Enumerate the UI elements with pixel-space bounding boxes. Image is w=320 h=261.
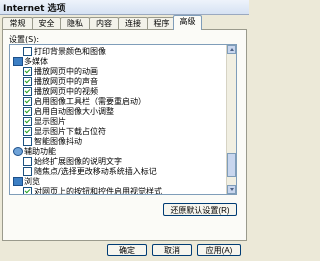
checkbox-unchecked[interactable] [23,157,32,166]
checkbox-unchecked[interactable] [23,137,32,146]
checkbox-unchecked[interactable] [23,167,32,176]
accessibility-icon [13,147,23,156]
vertical-scrollbar[interactable] [226,45,236,194]
list-item-label: 对网页上的按钮和控件启用视觉样式 [34,187,162,195]
checkbox-checked[interactable] [23,77,32,86]
checkbox-checked[interactable] [23,187,32,194]
checkbox-checked[interactable] [23,67,32,76]
checkbox-unchecked[interactable] [23,47,32,56]
scroll-up-button[interactable] [227,45,236,54]
title-bar: Internet 选项 [0,0,249,15]
tab-content[interactable]: 内容 [89,17,119,29]
chevron-up-icon [230,48,234,51]
scroll-down-button[interactable] [227,185,236,194]
apply-button[interactable]: 应用(A) [197,244,241,256]
chevron-down-icon [230,188,234,191]
tab-advanced[interactable]: 高级 [173,15,202,30]
checkbox-checked[interactable] [23,107,32,116]
tab-programs[interactable]: 程序 [147,17,176,29]
tab-security[interactable]: 安全 [32,17,61,29]
list-item[interactable]: 对网页上的按钮和控件启用视觉样式 [10,186,225,195]
checkbox-checked[interactable] [23,127,32,136]
checkbox-checked[interactable] [23,87,32,96]
tab-general[interactable]: 常规 [2,17,33,29]
folder-icon [13,57,23,66]
checkbox-checked[interactable] [23,97,32,106]
ok-button[interactable]: 确定 [107,244,147,256]
cancel-button[interactable]: 取消 [152,244,192,256]
scroll-thumb[interactable] [227,153,236,177]
folder-icon [13,177,23,186]
restore-defaults-button[interactable]: 还原默认设置(R) [163,203,237,216]
checkbox-checked[interactable] [23,117,32,126]
tab-privacy[interactable]: 隐私 [60,17,90,29]
tab-connections[interactable]: 连接 [118,17,148,29]
window-title: Internet 选项 [3,4,66,14]
settings-list[interactable]: 打印背景颜色和图像 多媒体 播放网页中的动画 播放网页中的声音 播放网页中的视频 启用图像… [9,44,237,195]
